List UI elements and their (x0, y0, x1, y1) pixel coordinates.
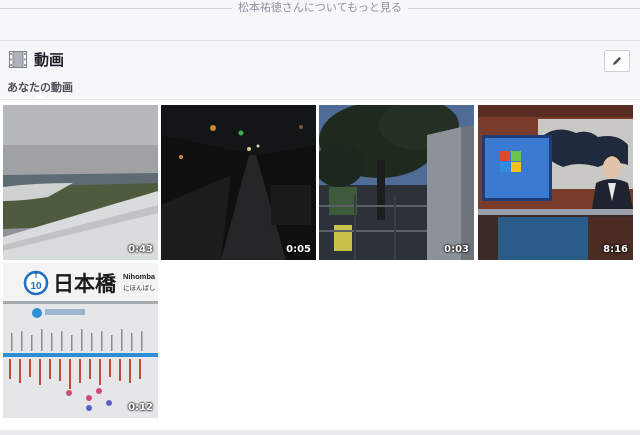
film-icon (9, 51, 27, 68)
nihombashi-sign-image: T 10 日本橋 Nihomba にほんばし (3, 263, 158, 418)
video-thumbnail-5[interactable]: T 10 日本橋 Nihomba にほんばし 0:12 (3, 263, 158, 418)
video-duration: 0:05 (286, 244, 311, 255)
video-duration: 0:43 (128, 244, 153, 255)
news-studio-image (478, 105, 633, 260)
edit-button[interactable] (604, 50, 630, 72)
sign-romaji: Nihomba (123, 272, 156, 281)
more-about-link[interactable]: 松本祐徳さんについてもっと見る (231, 1, 409, 14)
tree-evening-image (319, 105, 474, 260)
sign-kana: にほんばし (123, 283, 156, 292)
sign-kanji: 日本橋 (53, 272, 117, 296)
video-thumbnail-3[interactable]: 0:03 (319, 105, 474, 260)
night-street-image (161, 105, 316, 260)
tab-caret (34, 93, 46, 99)
more-about-link-container: 松本祐徳さんについてもっと見る (0, 1, 640, 15)
videos-header: 動画 あなたの動画 (0, 41, 640, 100)
svg-text:T: T (34, 273, 39, 280)
video-duration: 8:16 (603, 244, 628, 255)
videos-panel: 動画 あなたの動画 0:43 0:05 0:03 8:16 T 10 日本橋 N… (0, 41, 640, 435)
top-bar: 松本祐徳さんについてもっと見る (0, 0, 640, 41)
section-title[interactable]: 動画 (34, 50, 64, 70)
bottom-strip (0, 430, 640, 435)
pencil-icon (613, 57, 621, 65)
video-thumbnail-1[interactable]: 0:43 (3, 105, 158, 260)
sign-number: 10 (30, 281, 42, 292)
airplane-wing-image (3, 105, 158, 260)
video-duration: 0:12 (128, 402, 153, 413)
video-duration: 0:03 (444, 244, 469, 255)
video-thumbnail-4[interactable]: 8:16 (478, 105, 633, 260)
video-thumbnail-2[interactable]: 0:05 (161, 105, 316, 260)
